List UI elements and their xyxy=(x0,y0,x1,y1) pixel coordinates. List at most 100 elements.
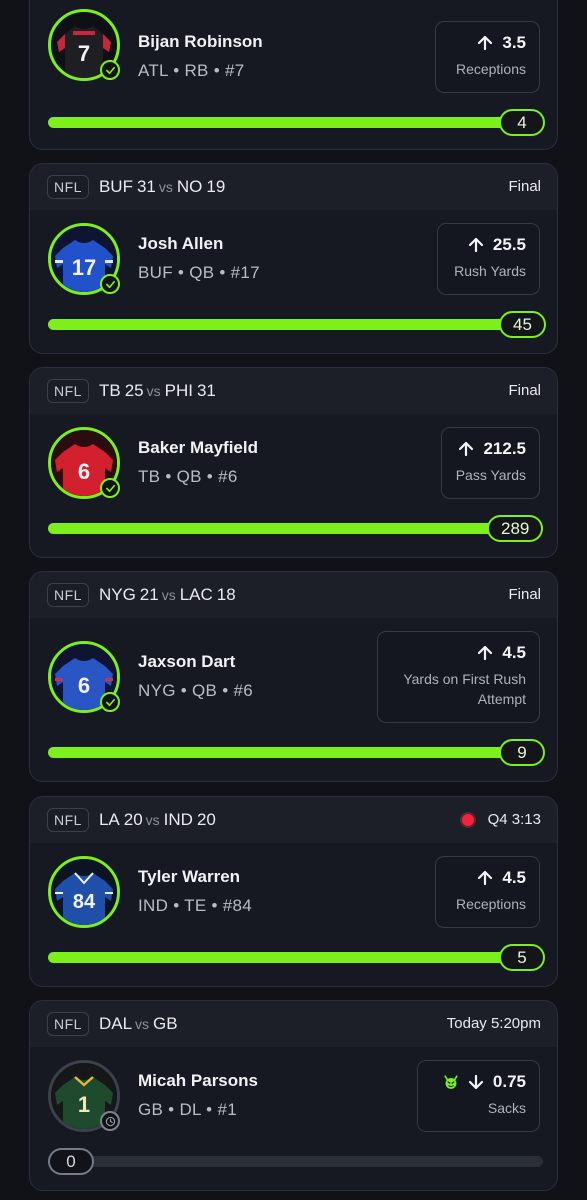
league-badge: NFL xyxy=(47,808,89,832)
arrow-up-icon xyxy=(478,645,493,661)
stat-line-box: 25.5 Rush Yards xyxy=(437,223,540,295)
stat-line-value: 25.5 xyxy=(492,235,526,254)
progress-track: 9 xyxy=(48,739,545,766)
player-meta: NYG • QB • #6 xyxy=(138,681,254,700)
team-b: PHI xyxy=(164,381,193,400)
team-a: NYG xyxy=(98,585,136,604)
game-clock: Q4 3:13 xyxy=(487,811,541,828)
player-meta: ATL • RB • #7 xyxy=(138,61,245,80)
check-badge-icon xyxy=(100,478,120,498)
pick-card[interactable]: 7 Bijan Robinson ATL • RB • #7 3.5 Recep… xyxy=(29,0,558,150)
score-a: 21 xyxy=(139,585,159,604)
matchup: BUF 31 vs NO 19 xyxy=(99,177,225,197)
score-a: 31 xyxy=(136,177,156,196)
game-header: NFL BUF 31 vs NO 19 Final xyxy=(30,164,557,210)
progress-fill xyxy=(48,319,543,330)
player-avatar: 7 xyxy=(48,9,120,81)
jersey-number: 84 xyxy=(73,891,96,913)
league-badge: NFL xyxy=(47,583,89,607)
jersey-number: 6 xyxy=(78,673,90,698)
player-name: Jaxson Dart xyxy=(138,652,236,671)
team-a: TB xyxy=(98,381,121,400)
score-b: 19 xyxy=(206,177,226,196)
matchup: NYG 21 vs LAC 18 xyxy=(99,585,236,605)
progress-track: 45 xyxy=(48,311,546,338)
player-name: Tyler Warren xyxy=(138,867,241,886)
stat-line-value: 0.75 xyxy=(492,1072,526,1091)
score-b: 20 xyxy=(196,810,216,829)
player-meta: BUF • QB • #17 xyxy=(138,263,260,282)
score-a: 25 xyxy=(124,381,144,400)
stat-line-box: 3.5 Receptions xyxy=(435,21,540,93)
matchup: TB 25 vs PHI 31 xyxy=(99,381,216,401)
stat-line-value: 212.5 xyxy=(483,439,526,458)
progress-track: 4 xyxy=(48,109,545,136)
score-b: 31 xyxy=(196,381,216,400)
actual-value-pill: 45 xyxy=(499,311,546,338)
stat-line-box: 0.75 Sacks xyxy=(417,1060,540,1132)
team-b: LAC xyxy=(179,585,213,604)
score-a: 20 xyxy=(123,810,143,829)
player-avatar: 6 xyxy=(48,427,120,499)
check-badge-icon xyxy=(100,274,120,294)
player-meta: TB • QB • #6 xyxy=(138,467,238,486)
pick-card[interactable]: NFL NYG 21 vs LAC 18 Final 6 Jaxson Dart N… xyxy=(29,571,558,782)
matchup: DAL vs GB xyxy=(99,1014,178,1034)
player-avatar: 1 xyxy=(48,1060,120,1132)
jersey-icon: 84 xyxy=(51,859,117,925)
stat-line-value: 3.5 xyxy=(502,33,526,52)
player-name: Micah Parsons xyxy=(138,1071,258,1090)
stat-label-line1: Yards on First Rush xyxy=(403,671,526,687)
matchup: LA 20 vs IND 20 xyxy=(99,810,216,830)
arrow-up-icon xyxy=(478,870,493,886)
stat-line-value: 4.5 xyxy=(502,868,526,887)
check-badge-icon xyxy=(100,60,120,80)
jersey-number: 7 xyxy=(78,41,90,66)
progress-track: 0 xyxy=(48,1148,543,1175)
game-status: Q4 3:13 xyxy=(461,811,541,828)
player-name: Baker Mayfield xyxy=(138,438,258,457)
vs-label: vs xyxy=(158,179,173,195)
pick-card[interactable]: NFL BUF 31 vs NO 19 Final 17 Josh Allen BU… xyxy=(29,163,558,354)
team-a: DAL xyxy=(98,1014,133,1033)
clock-icon xyxy=(100,1111,120,1131)
league-badge: NFL xyxy=(47,379,89,403)
arrow-up-icon xyxy=(468,237,484,253)
actual-value-pill: 4 xyxy=(499,109,545,136)
team-b: IND xyxy=(163,810,193,829)
game-status: Today 5:20pm xyxy=(446,1015,541,1032)
stat-label: Sacks xyxy=(487,1100,526,1116)
live-dot-icon xyxy=(461,813,474,826)
player-meta: IND • TE • #84 xyxy=(138,896,253,915)
player-avatar: 84 xyxy=(48,856,120,928)
pick-card[interactable]: NFL TB 25 vs PHI 31 Final 6 Baker Mayfield… xyxy=(29,367,558,558)
player-name: Bijan Robinson xyxy=(138,32,263,51)
player-avatar: 17 xyxy=(48,223,120,295)
devil-icon xyxy=(444,1075,458,1089)
actual-value-pill: 289 xyxy=(487,515,544,542)
stat-label: Pass Yards xyxy=(455,467,526,483)
arrow-up-icon xyxy=(478,35,493,51)
vs-label: vs xyxy=(145,812,160,828)
vs-label: vs xyxy=(161,587,176,603)
score-b: 18 xyxy=(216,585,236,604)
stat-line-box: 4.5 Yards on First Rush Attempt xyxy=(377,631,540,723)
actual-value-pill: 9 xyxy=(499,739,545,766)
stat-label-line2: Attempt xyxy=(477,691,526,707)
league-badge: NFL xyxy=(47,175,89,199)
actual-value-pill: 5 xyxy=(499,944,545,971)
player-avatar: 6 xyxy=(48,641,120,713)
team-a: BUF xyxy=(98,177,133,196)
stat-line-box: 212.5 Pass Yards xyxy=(441,427,540,499)
check-badge-icon xyxy=(100,692,120,712)
jersey-number: 6 xyxy=(78,459,90,484)
progress-fill xyxy=(48,747,543,758)
arrow-down-icon xyxy=(468,1074,484,1090)
vs-label: vs xyxy=(135,1016,150,1032)
game-status: Final xyxy=(508,382,541,399)
pick-card[interactable]: NFL LA 20 vs IND 20 Q4 3:13 84 Tyler Warre… xyxy=(29,796,558,987)
team-a: LA xyxy=(98,810,120,829)
pick-card[interactable]: NFL DAL vs GB Today 5:20pm 1 Micah Parso… xyxy=(29,1000,558,1191)
team-b: NO xyxy=(176,177,203,196)
jersey-number: 1 xyxy=(78,1092,90,1117)
